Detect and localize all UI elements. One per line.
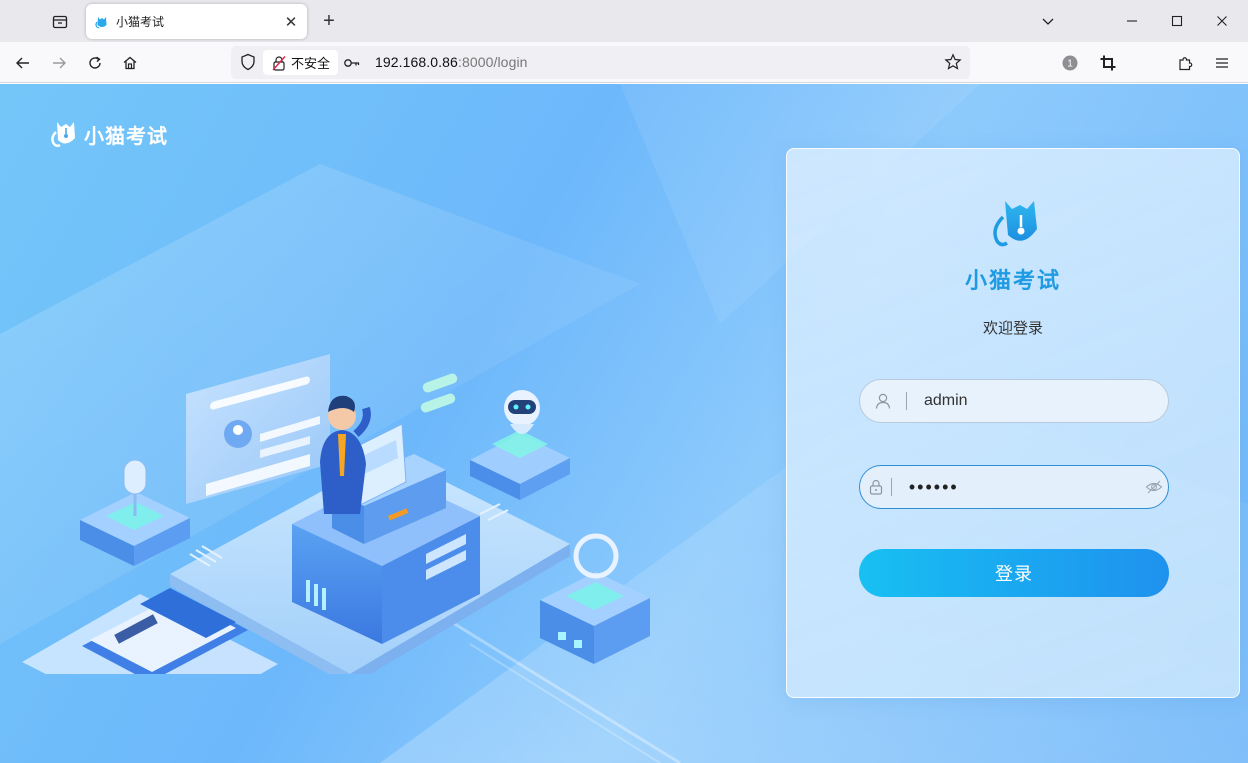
close-tab-icon[interactable]: ✕ bbox=[279, 10, 303, 34]
extension-badge-count: 1 bbox=[1067, 59, 1073, 70]
field-divider bbox=[891, 478, 892, 496]
field-divider bbox=[906, 392, 907, 410]
login-card: 小猫考试 欢迎登录 登录 bbox=[786, 148, 1240, 698]
password-field[interactable] bbox=[859, 465, 1169, 509]
url-bar[interactable]: 不安全 192.168.0.86:8000/login bbox=[231, 46, 970, 79]
url-path: :8000/login bbox=[457, 54, 528, 70]
minimize-icon[interactable] bbox=[1117, 6, 1147, 36]
crop-icon[interactable] bbox=[1095, 50, 1121, 76]
shield-icon[interactable] bbox=[239, 53, 257, 76]
extension-badge-icon[interactable]: 1 bbox=[1057, 50, 1083, 76]
browser-tab-active[interactable]: 小猫考试 ✕ bbox=[86, 4, 307, 39]
tab-list-icon[interactable] bbox=[48, 9, 72, 33]
brand-header: 小猫考试 bbox=[48, 118, 168, 150]
insecure-label: 不安全 bbox=[291, 56, 331, 71]
star-icon[interactable] bbox=[944, 53, 962, 76]
tab-title: 小猫考试 bbox=[116, 15, 165, 29]
cat-logo-icon bbox=[51, 122, 75, 147]
close-window-icon[interactable] bbox=[1207, 6, 1237, 36]
login-subtitle: 欢迎登录 bbox=[982, 320, 1043, 337]
insecure-badge[interactable]: 不安全 bbox=[263, 50, 338, 75]
new-tab-icon[interactable]: + bbox=[316, 8, 342, 34]
brand-name: 小猫考试 bbox=[84, 125, 168, 148]
login-page: 小猫考试 小猫考试 欢迎登录 admin •••••• 登录 bbox=[0, 84, 1248, 763]
url-text[interactable]: 192.168.0.86:8000/login bbox=[375, 54, 528, 70]
maximize-icon[interactable] bbox=[1162, 6, 1192, 36]
home-icon[interactable] bbox=[117, 50, 143, 76]
eye-icon[interactable] bbox=[1141, 465, 1168, 509]
username-input[interactable] bbox=[924, 380, 1168, 422]
browser-tab-bar: 小猫考试 ✕ + bbox=[0, 0, 1248, 42]
hamburger-menu-icon[interactable] bbox=[1209, 50, 1235, 76]
login-title: 小猫考试 bbox=[964, 268, 1061, 293]
reload-icon[interactable] bbox=[82, 50, 108, 76]
office-illustration bbox=[22, 354, 650, 674]
back-arrow-icon[interactable] bbox=[10, 50, 36, 76]
url-host: 192.168.0.86 bbox=[375, 54, 458, 70]
cat-favicon-icon bbox=[95, 16, 107, 28]
user-icon bbox=[860, 379, 906, 423]
login-button[interactable]: 登录 bbox=[859, 549, 1169, 597]
forward-arrow-icon[interactable] bbox=[46, 50, 72, 76]
browser-nav-bar: 不安全 192.168.0.86:8000/login 1 bbox=[0, 42, 1248, 83]
key-icon[interactable] bbox=[343, 54, 361, 77]
insecure-lock-icon bbox=[272, 55, 286, 71]
password-input[interactable] bbox=[908, 466, 1141, 508]
puzzle-icon[interactable] bbox=[1173, 50, 1199, 76]
chevron-down-icon[interactable] bbox=[1033, 6, 1063, 36]
cat-logo-icon bbox=[993, 201, 1037, 247]
username-field[interactable] bbox=[859, 379, 1169, 423]
lock-icon bbox=[860, 465, 891, 509]
